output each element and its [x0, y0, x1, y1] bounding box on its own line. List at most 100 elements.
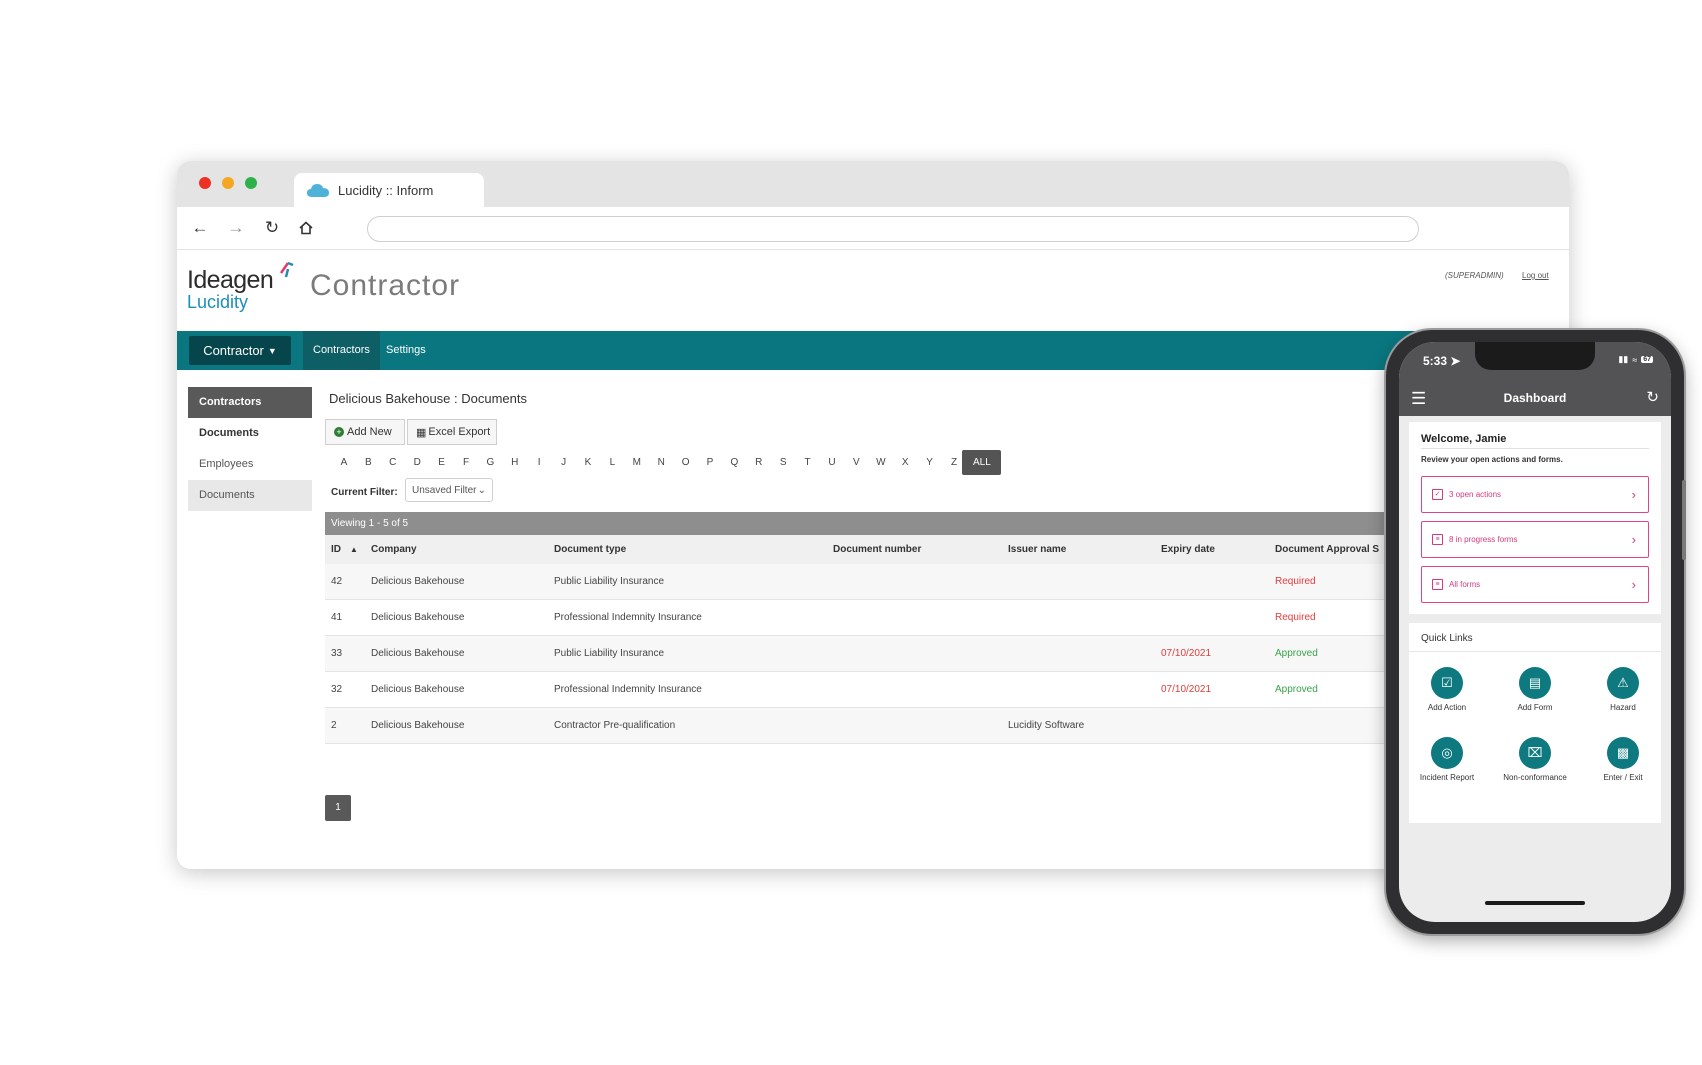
browser-tab[interactable]: Lucidity :: Inform — [294, 173, 484, 207]
chevron-right-icon: › — [1632, 532, 1636, 547]
cell-company: Delicious Bakehouse — [371, 564, 464, 599]
add-new-button[interactable]: + Add New — [325, 419, 405, 445]
forward-arrow-icon[interactable]: → — [223, 215, 249, 241]
sidebar-item-sub-documents[interactable]: Documents — [188, 480, 312, 511]
nav-settings[interactable]: Settings — [376, 331, 436, 370]
quick-link-non-conformance[interactable]: ⌧ Non-conformance — [1497, 737, 1573, 783]
column-header-issuer-name[interactable]: Issuer name — [1008, 535, 1066, 564]
all-forms-link[interactable]: ≡ All forms › — [1421, 566, 1649, 603]
back-arrow-icon[interactable]: ← — [187, 215, 213, 241]
alphabet-letter-e[interactable]: E — [429, 450, 455, 475]
sidebar-item-contractors[interactable]: Contractors — [188, 387, 312, 418]
pagination-page[interactable]: 1 — [325, 795, 351, 821]
home-indicator[interactable] — [1485, 901, 1585, 905]
table-row[interactable]: 41Delicious BakehouseProfessional Indemn… — [325, 600, 1569, 636]
alphabet-all[interactable]: ALL — [962, 450, 1001, 475]
in-progress-forms-label: 8 in progress forms — [1449, 535, 1517, 544]
table-row[interactable]: 42Delicious BakehousePublic Liability In… — [325, 564, 1569, 600]
quick-link-label: Incident Report — [1409, 773, 1485, 783]
nav-contractors[interactable]: Contractors — [303, 331, 380, 370]
filter-select[interactable]: Unsaved Filter ⌄ — [405, 478, 493, 502]
quick-link-add-action[interactable]: ☑ Add Action — [1409, 667, 1485, 713]
status-time: 5:33 ➤ — [1423, 354, 1460, 368]
column-header-company[interactable]: Company — [371, 535, 417, 564]
cell-document-type: Public Liability Insurance — [554, 636, 664, 671]
refresh-icon[interactable]: ↻ — [1646, 388, 1659, 406]
column-header-approval-status[interactable]: Document Approval S — [1275, 535, 1379, 564]
alphabet-letter-c[interactable]: C — [380, 450, 406, 475]
phone-side-button — [1682, 480, 1686, 560]
minimize-window-button[interactable] — [222, 177, 234, 189]
phone-status-bar: 5:33 ➤ ▮▮ ≈ 67 — [1399, 342, 1671, 380]
alphabet-letter-n[interactable]: N — [648, 450, 674, 475]
alphabet-letter-r[interactable]: R — [746, 450, 772, 475]
ideagen-lucidity-logo[interactable]: Ideagen Lucidity — [187, 260, 297, 316]
column-header-expiry-date[interactable]: Expiry date — [1161, 535, 1215, 564]
cloud-icon — [306, 182, 330, 198]
quick-links-card: Quick Links ☑ Add Action ▤ Add Form ⚠ Ha… — [1409, 623, 1661, 823]
cell-approval-status: Approved — [1275, 636, 1318, 671]
cell-id: 33 — [331, 636, 342, 671]
phone-screen: 5:33 ➤ ▮▮ ≈ 67 ☰ Dashboard ↻ Welcome, Ja… — [1399, 342, 1671, 922]
maximize-window-button[interactable] — [245, 177, 257, 189]
column-header-document-type[interactable]: Document type — [554, 535, 626, 564]
alphabet-letter-i[interactable]: I — [526, 450, 552, 475]
alphabet-letter-b[interactable]: B — [355, 450, 381, 475]
alphabet-letter-p[interactable]: P — [697, 450, 723, 475]
table-row[interactable]: 33Delicious BakehousePublic Liability In… — [325, 636, 1569, 672]
close-window-button[interactable] — [199, 177, 211, 189]
quick-link-hazard[interactable]: ⚠ Hazard — [1585, 667, 1661, 713]
browser-nav-bar: ← → ↻ — [177, 207, 1569, 250]
alphabet-letter-f[interactable]: F — [453, 450, 479, 475]
quick-link-add-form[interactable]: ▤ Add Form — [1497, 667, 1573, 713]
excel-export-button[interactable]: ▦ Excel Export — [407, 419, 497, 445]
in-progress-forms-link[interactable]: ≡ 8 in progress forms › — [1421, 521, 1649, 558]
alphabet-letter-j[interactable]: J — [551, 450, 577, 475]
web-page: Ideagen Lucidity Contractor (SUPERADMIN)… — [177, 250, 1569, 869]
alphabet-letter-w[interactable]: W — [868, 450, 894, 475]
signal-icon: ▮▮ — [1618, 354, 1628, 365]
mobile-phone: 5:33 ➤ ▮▮ ≈ 67 ☰ Dashboard ↻ Welcome, Ja… — [1386, 330, 1684, 934]
column-header-document-number[interactable]: Document number — [833, 535, 921, 564]
cell-id: 2 — [331, 708, 337, 743]
logout-link[interactable]: Log out — [1522, 271, 1549, 280]
main-nav-bar: Contractor ▼ Contractors Settings — [177, 331, 1569, 370]
alphabet-letter-o[interactable]: O — [673, 450, 699, 475]
reload-icon[interactable]: ↻ — [259, 215, 285, 241]
cell-document-type: Professional Indemnity Insurance — [554, 672, 702, 707]
sidebar-item-employees[interactable]: Employees — [188, 449, 312, 480]
excel-export-label: Excel Export — [428, 426, 490, 438]
alphabet-letter-y[interactable]: Y — [917, 450, 943, 475]
cell-document-type: Professional Indemnity Insurance — [554, 600, 702, 635]
quick-link-incident-report[interactable]: ◎ Incident Report — [1409, 737, 1485, 783]
cell-expiry-date: 07/10/2021 — [1161, 672, 1211, 707]
alphabet-letter-l[interactable]: L — [599, 450, 625, 475]
logo-spark-icon — [279, 260, 295, 280]
alphabet-letter-g[interactable]: G — [477, 450, 503, 475]
table-row[interactable]: 2Delicious BakehouseContractor Pre-quali… — [325, 708, 1569, 744]
welcome-card: Welcome, Jamie Review your open actions … — [1409, 422, 1661, 614]
alphabet-letter-x[interactable]: X — [892, 450, 918, 475]
alphabet-letter-m[interactable]: M — [624, 450, 650, 475]
logo-sub-text: Lucidity — [187, 292, 248, 313]
address-bar[interactable] — [367, 216, 1419, 242]
home-icon[interactable] — [293, 215, 319, 241]
alphabet-letter-h[interactable]: H — [502, 450, 528, 475]
module-dropdown[interactable]: Contractor ▼ — [189, 336, 291, 365]
table-row[interactable]: 32Delicious BakehouseProfessional Indemn… — [325, 672, 1569, 708]
sidebar-item-documents[interactable]: Documents — [188, 418, 312, 449]
alphabet-letter-u[interactable]: U — [819, 450, 845, 475]
cell-expiry-date: 07/10/2021 — [1161, 636, 1211, 671]
alphabet-letter-t[interactable]: T — [795, 450, 821, 475]
column-header-id[interactable]: ID▲ — [331, 535, 358, 564]
quick-link-enter-exit[interactable]: ▩ Enter / Exit — [1585, 737, 1661, 783]
open-actions-link[interactable]: ✓ 3 open actions › — [1421, 476, 1649, 513]
alphabet-letter-q[interactable]: Q — [721, 450, 747, 475]
alphabet-letter-d[interactable]: D — [404, 450, 430, 475]
alphabet-letter-k[interactable]: K — [575, 450, 601, 475]
alphabet-letter-v[interactable]: V — [843, 450, 869, 475]
phone-notch — [1475, 342, 1595, 370]
alphabet-letter-a[interactable]: A — [331, 450, 357, 475]
section-title: Delicious Bakehouse : Documents — [329, 391, 527, 406]
alphabet-letter-s[interactable]: S — [770, 450, 796, 475]
